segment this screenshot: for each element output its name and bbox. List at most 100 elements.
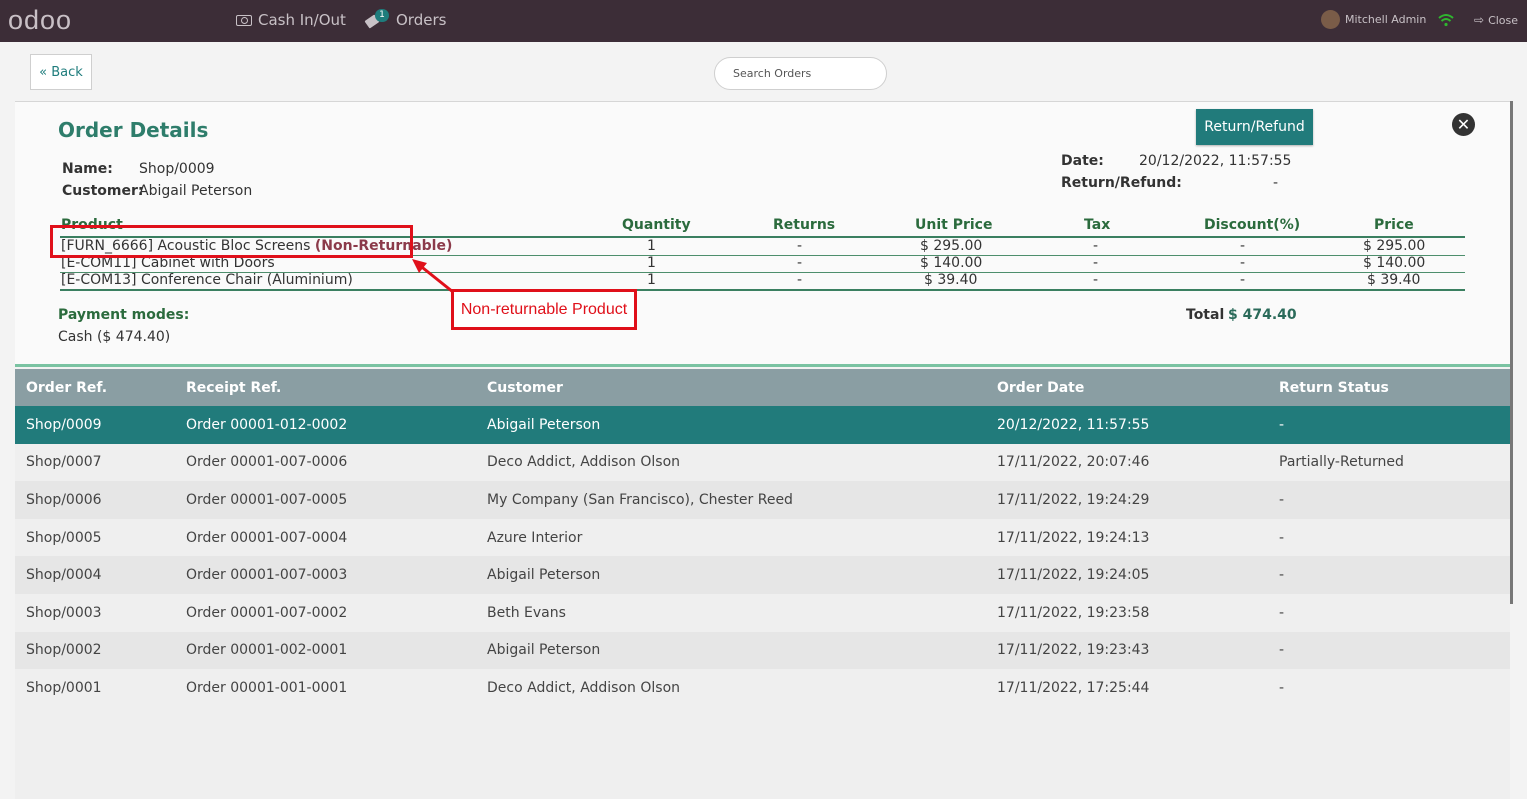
return-refund-button[interactable]: Return/Refund xyxy=(1196,109,1313,145)
col-tax: Tax xyxy=(1084,217,1111,233)
receipt-ref: Order 00001-007-0006 xyxy=(186,454,348,471)
close-label: Close xyxy=(1488,13,1519,27)
orders-table-header: Order Ref. Receipt Ref. Customer Order D… xyxy=(15,369,1510,406)
order-ref: Shop/0009 xyxy=(26,416,102,433)
line-price: $ 39.40 xyxy=(1367,272,1421,288)
orders-table: Order Ref. Receipt Ref. Customer Order D… xyxy=(15,369,1510,707)
name-value: Shop/0009 xyxy=(139,161,215,177)
order-date: 17/11/2022, 19:23:58 xyxy=(997,604,1150,621)
back-button[interactable]: « Back xyxy=(30,54,92,90)
receipt-ref: Order 00001-012-0002 xyxy=(186,416,348,433)
col-price: Price xyxy=(1374,217,1414,233)
line-discount: - xyxy=(1240,238,1246,254)
table-row[interactable]: Shop/0004 Order 00001-007-0003 Abigail P… xyxy=(15,556,1510,594)
search-orders-input[interactable] xyxy=(714,57,887,90)
orders-button[interactable]: 1 Orders xyxy=(364,9,447,29)
customer: Deco Addict, Addison Olson xyxy=(487,454,681,471)
table-row[interactable]: Shop/0003 Order 00001-007-0002 Beth Evan… xyxy=(15,593,1510,632)
wifi-icon xyxy=(1438,14,1454,27)
payment-modes-value: Cash ($ 474.40) xyxy=(58,329,171,345)
line-product: [E-COM13] Conference Chair (Aluminium) xyxy=(61,272,353,288)
user-menu[interactable]: Mitchell Admin xyxy=(1321,10,1426,29)
cash-in-out-label: Cash In/Out xyxy=(258,11,346,29)
tag-icon: 1 xyxy=(364,9,390,29)
col-customer: Customer xyxy=(487,379,563,396)
table-row[interactable]: Shop/0001 Order 00001-001-0001 Deco Addi… xyxy=(15,669,1510,707)
orders-label: Orders xyxy=(396,11,447,29)
order-date: 17/11/2022, 17:25:44 xyxy=(997,679,1150,696)
close-session-button[interactable]: ⇨ Close xyxy=(1474,13,1518,27)
line-tax: - xyxy=(1093,238,1099,254)
col-order-ref: Order Ref. xyxy=(26,379,108,396)
return-refund-value: - xyxy=(1273,175,1279,191)
line-returns: - xyxy=(797,238,803,254)
return-status: - xyxy=(1279,642,1285,659)
order-date: 17/11/2022, 19:24:29 xyxy=(997,491,1150,508)
return-status: - xyxy=(1279,679,1285,696)
customer: Abigail Peterson xyxy=(487,642,601,659)
return-status: Partially-Returned xyxy=(1279,454,1404,471)
return-status: - xyxy=(1279,491,1285,508)
col-return-status: Return Status xyxy=(1279,379,1389,396)
close-details-icon[interactable]: ✕ xyxy=(1452,113,1475,136)
line-price: $ 295.00 xyxy=(1363,238,1426,254)
order-ref: Shop/0004 xyxy=(26,567,102,584)
col-discount: Discount(%) xyxy=(1204,217,1301,233)
line-discount: - xyxy=(1240,272,1246,288)
annotation-highlight-box xyxy=(50,225,413,258)
col-order-date: Order Date xyxy=(997,379,1085,396)
scrollbar-thumb[interactable] xyxy=(1510,101,1513,604)
orders-count-badge: 1 xyxy=(375,9,389,22)
customer-label: Customer: xyxy=(62,183,144,199)
line-unit-price: $ 140.00 xyxy=(920,255,983,271)
line-tax: - xyxy=(1093,255,1099,271)
total-label: Total xyxy=(1186,307,1225,323)
customer: Abigail Peterson xyxy=(487,567,601,584)
order-date: 17/11/2022, 20:07:46 xyxy=(997,454,1150,471)
sign-out-icon: ⇨ xyxy=(1474,13,1485,27)
customer: Azure Interior xyxy=(487,529,583,546)
total-value: $ 474.40 xyxy=(1228,307,1297,323)
payment-modes-label: Payment modes: xyxy=(58,307,190,323)
customer: Deco Addict, Addison Olson xyxy=(487,679,681,696)
order-ref: Shop/0003 xyxy=(26,604,102,621)
return-status: - xyxy=(1279,529,1285,546)
table-row[interactable]: Shop/0007 Order 00001-007-0006 Deco Addi… xyxy=(15,443,1510,482)
customer: Beth Evans xyxy=(487,604,566,621)
top-bar: odoo Cash In/Out 1 Orders Mitchell Admin… xyxy=(0,0,1527,42)
name-label: Name: xyxy=(62,161,113,177)
order-ref: Shop/0001 xyxy=(26,679,102,696)
line-qty: 1 xyxy=(647,272,656,288)
receipt-ref: Order 00001-007-0005 xyxy=(186,491,348,508)
annotation-label: Non-returnable Product xyxy=(451,289,637,330)
return-status: - xyxy=(1279,604,1285,621)
line-price: $ 140.00 xyxy=(1363,255,1426,271)
money-icon xyxy=(236,14,252,26)
table-row[interactable]: Shop/0009 Order 00001-012-0002 Abigail P… xyxy=(15,406,1510,444)
order-date: 17/11/2022, 19:23:43 xyxy=(997,642,1150,659)
col-quantity: Quantity xyxy=(622,217,691,233)
date-label: Date: xyxy=(1061,153,1104,169)
order-date: 17/11/2022, 19:24:13 xyxy=(997,529,1150,546)
line-unit-price: $ 295.00 xyxy=(920,238,983,254)
receipt-ref: Order 00001-007-0002 xyxy=(186,604,348,621)
order-ref: Shop/0007 xyxy=(26,454,102,471)
line-unit-price: $ 39.40 xyxy=(924,272,978,288)
odoo-logo: odoo xyxy=(8,5,73,35)
receipt-ref: Order 00001-007-0004 xyxy=(186,529,348,546)
order-ref: Shop/0002 xyxy=(26,642,102,659)
line-returns: - xyxy=(797,255,803,271)
table-row[interactable]: Shop/0005 Order 00001-007-0004 Azure Int… xyxy=(15,518,1510,557)
return-status: - xyxy=(1279,567,1285,584)
cash-in-out-button[interactable]: Cash In/Out xyxy=(236,11,346,29)
return-refund-label: Return/Refund: xyxy=(1061,175,1182,191)
customer: My Company (San Francisco), Chester Reed xyxy=(487,491,793,508)
order-ref: Shop/0005 xyxy=(26,529,102,546)
table-row[interactable]: Shop/0002 Order 00001-002-0001 Abigail P… xyxy=(15,631,1510,670)
customer-value: Abigail Peterson xyxy=(139,183,253,199)
user-name: Mitchell Admin xyxy=(1345,13,1427,26)
return-status: - xyxy=(1279,416,1285,433)
line-returns: - xyxy=(797,272,803,288)
receipt-ref: Order 00001-001-0001 xyxy=(186,679,348,696)
table-row[interactable]: Shop/0006 Order 00001-007-0005 My Compan… xyxy=(15,481,1510,519)
